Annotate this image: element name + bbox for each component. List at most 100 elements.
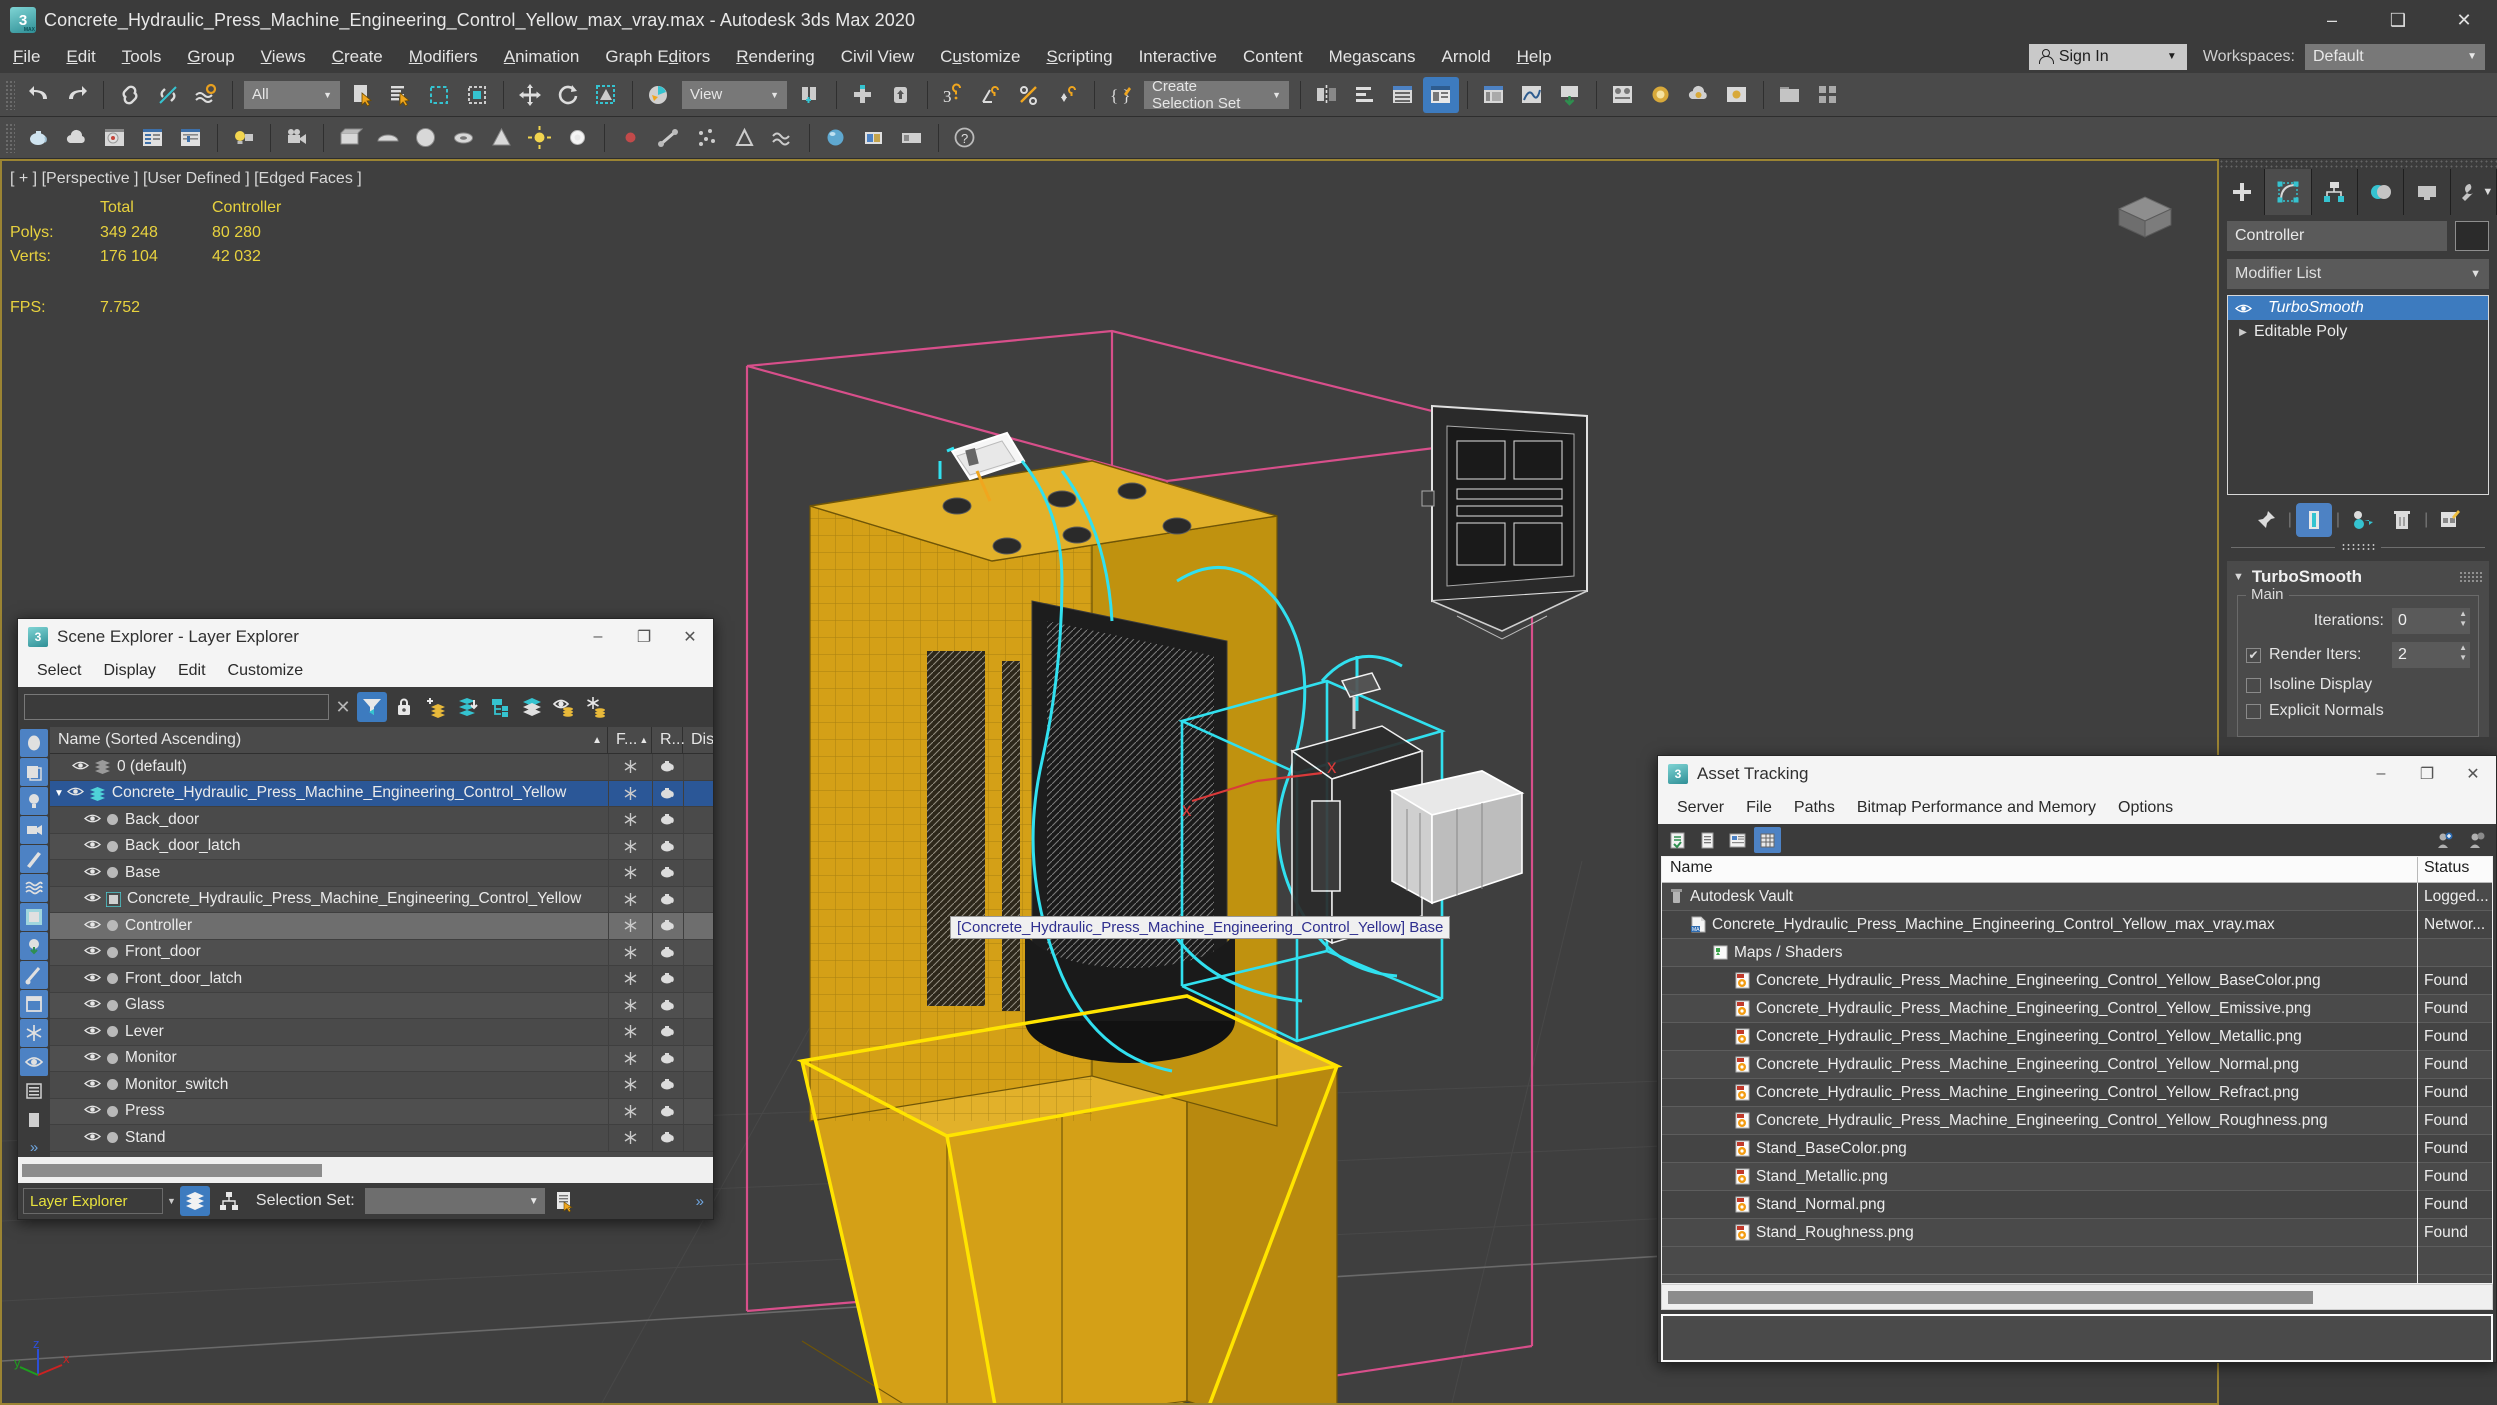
spinner-snap-toggle-button[interactable]: [1050, 77, 1086, 113]
display-cell[interactable]: [683, 833, 713, 860]
thumbnail-view-icon[interactable]: [1724, 827, 1751, 853]
unlink-selection-button[interactable]: [150, 77, 186, 113]
display-cell[interactable]: [683, 912, 713, 939]
filter-geometry-icon[interactable]: [20, 729, 48, 757]
render-iters-checkbox[interactable]: ✔: [2246, 647, 2261, 663]
teapot-primitive-button[interactable]: [21, 120, 57, 156]
menu-edit[interactable]: Edit: [53, 43, 108, 71]
freeze-cell[interactable]: [608, 1018, 652, 1045]
filter-lights-icon[interactable]: [20, 787, 48, 815]
modifier-stack-item-turbosmooth[interactable]: TurboSmooth: [2228, 296, 2488, 320]
percent-snap-toggle-button[interactable]: [1012, 77, 1048, 113]
menu-graph-editors[interactable]: Graph Editors: [592, 43, 723, 71]
lock-icon[interactable]: [389, 692, 419, 722]
curve-editor-button[interactable]: [1514, 77, 1550, 113]
display-cell[interactable]: [683, 886, 713, 913]
menu-file[interactable]: File: [0, 43, 53, 71]
isoline-display-row[interactable]: Isoline Display: [2246, 676, 2470, 694]
menu-server[interactable]: Server: [1666, 796, 1735, 820]
menu-content[interactable]: Content: [1230, 43, 1316, 71]
column-freeze[interactable]: F... ▲: [608, 727, 652, 754]
select-layer-objects-icon[interactable]: [485, 692, 515, 722]
material-list-button[interactable]: [135, 120, 171, 156]
spotlight-button[interactable]: [560, 120, 596, 156]
menu-arnold[interactable]: Arnold: [1429, 43, 1504, 71]
menu-megascans[interactable]: Megascans: [1316, 43, 1429, 71]
eye-icon[interactable]: [72, 758, 89, 776]
select-and-scale-button[interactable]: [588, 77, 624, 113]
asset-tracking-row[interactable]: Concrete_Hydraulic_Press_Machine_Enginee…: [1662, 1022, 2492, 1051]
display-cell[interactable]: [683, 1098, 713, 1125]
modifier-list-select[interactable]: Modifier List ▼: [2227, 259, 2489, 289]
freeze-cell[interactable]: [608, 992, 652, 1019]
help-button[interactable]: ?: [947, 120, 983, 156]
scrollbar-thumb[interactable]: [1668, 1290, 2313, 1304]
asset-tracking-row[interactable]: Concrete_Hydraulic_Press_Machine_Enginee…: [1662, 966, 2492, 995]
workspace-select[interactable]: Default ▼: [2305, 43, 2485, 70]
check-out-icon[interactable]: [2463, 827, 2490, 853]
display-cell[interactable]: [683, 806, 713, 833]
rectangular-selection-region-button[interactable]: [421, 77, 457, 113]
add-selection-to-layer-icon[interactable]: [453, 692, 483, 722]
remove-modifier-icon[interactable]: [2384, 503, 2420, 537]
hide-unhide-icon[interactable]: [549, 692, 579, 722]
helpers-button[interactable]: [727, 120, 763, 156]
maximize-button[interactable]: ❐: [2404, 756, 2450, 792]
freeze-cell[interactable]: [608, 965, 652, 992]
eye-icon[interactable]: [66, 784, 84, 802]
menu-options[interactable]: Options: [2107, 796, 2184, 820]
freeze-cell[interactable]: [608, 886, 652, 913]
sun-light-button[interactable]: [522, 120, 558, 156]
freeze-cell[interactable]: [608, 780, 652, 807]
render-cell[interactable]: [652, 859, 683, 886]
display-cell[interactable]: [683, 1071, 713, 1098]
angle-snap-toggle-button[interactable]: [974, 77, 1010, 113]
select-and-move-button[interactable]: [512, 77, 548, 113]
eye-icon[interactable]: [84, 864, 101, 882]
column-display[interactable]: Dis: [683, 727, 713, 754]
undo-button[interactable]: [21, 77, 57, 113]
blank-filter-icon[interactable]: [20, 1106, 48, 1134]
motion-tab[interactable]: [2357, 169, 2405, 215]
toolbar-grip[interactable]: [5, 79, 15, 110]
render-cell[interactable]: [652, 1098, 683, 1125]
redo-button[interactable]: [59, 77, 95, 113]
signin-button[interactable]: Sign In ▼: [2028, 43, 2187, 70]
reference-coordinate-icon[interactable]: [641, 77, 677, 113]
material-editor-button[interactable]: [1605, 77, 1641, 113]
particle-system-button[interactable]: [689, 120, 725, 156]
freeze-cell[interactable]: [608, 939, 652, 966]
asset-tracking-row[interactable]: Concrete_Hydraulic_Press_Machine_Enginee…: [1662, 1050, 2492, 1079]
render-cell[interactable]: [652, 1018, 683, 1045]
minimize-button[interactable]: –: [2299, 0, 2365, 40]
scene-explorer-row[interactable]: Concrete_Hydraulic_Press_Machine_Enginee…: [50, 886, 713, 913]
use-pivot-point-center-button[interactable]: [792, 77, 828, 113]
render-frame-window-button[interactable]: [1719, 77, 1755, 113]
selection-filter-select[interactable]: All ▼: [244, 80, 340, 109]
check-in-icon[interactable]: [2431, 827, 2458, 853]
pin-stack-icon[interactable]: [2248, 503, 2284, 537]
eye-icon[interactable]: [84, 1129, 101, 1147]
edit-named-selection-sets-button[interactable]: { }: [1103, 77, 1139, 113]
filter-helpers-icon[interactable]: [20, 845, 48, 873]
explicit-normals-checkbox[interactable]: [2246, 703, 2261, 719]
close-button[interactable]: ✕: [2431, 0, 2497, 40]
command-panel-grip[interactable]: [2219, 159, 2497, 169]
modifier-stack-item-editable-poly[interactable]: ▶ Editable Poly: [2228, 320, 2488, 344]
eye-icon[interactable]: [84, 1076, 101, 1094]
snaps-3d-button[interactable]: 3: [936, 77, 972, 113]
display-cell[interactable]: [683, 753, 713, 780]
mirror-button[interactable]: [1309, 77, 1345, 113]
filter-containers-icon[interactable]: [20, 990, 48, 1018]
filter-groups-icon[interactable]: [20, 903, 48, 931]
edit-named-selections-icon[interactable]: [549, 1186, 579, 1216]
asset-tracking-grid[interactable]: Name Status Autodesk Vault Logged... MAX Co…: [1661, 856, 2493, 1284]
render-cell[interactable]: [652, 992, 683, 1019]
hierarchy-mode-icon[interactable]: [214, 1186, 244, 1216]
modify-tab[interactable]: [2265, 169, 2312, 215]
display-cell[interactable]: [683, 1124, 713, 1151]
space-warp-button[interactable]: [765, 120, 801, 156]
close-button[interactable]: ✕: [2450, 756, 2496, 792]
freeze-cell[interactable]: [608, 806, 652, 833]
menu-scripting[interactable]: Scripting: [1033, 43, 1125, 71]
